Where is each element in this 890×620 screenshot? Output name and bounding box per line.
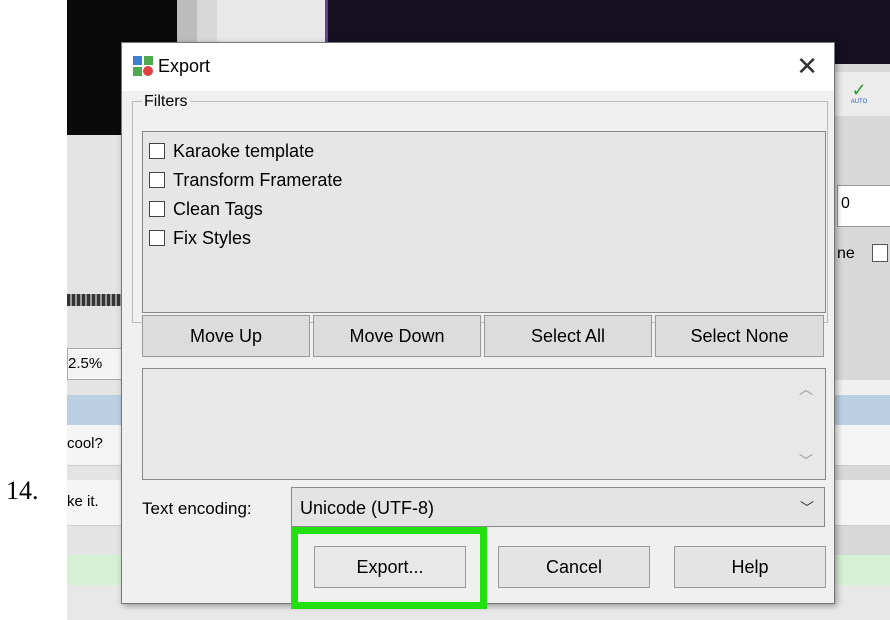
filters-label: Filters — [142, 93, 190, 111]
checkbox[interactable] — [149, 172, 165, 188]
filter-karaoke-template[interactable]: Karaoke template — [149, 140, 314, 162]
cancel-button[interactable]: Cancel — [498, 546, 650, 588]
zoom-field[interactable]: 2.5% — [67, 348, 124, 380]
text-encoding-label: Text encoding: — [142, 499, 252, 518]
row-text: cool? — [67, 435, 103, 452]
filter-label: Fix Styles — [173, 227, 252, 248]
text-encoding-value: Unicode (UTF-8) — [300, 498, 435, 518]
move-down-button[interactable]: Move Down — [313, 315, 481, 357]
dialog-title: Export — [158, 56, 211, 76]
auto-commit-icon[interactable]: ✓ AUTO — [849, 81, 869, 110]
background-field-value: 0 — [841, 195, 850, 212]
row-text: ke it. — [67, 493, 99, 510]
filter-fix-styles[interactable]: Fix Styles — [149, 227, 251, 249]
move-up-button[interactable]: Move Up — [142, 315, 310, 357]
filter-list[interactable]: Karaoke template Transform Framerate Cle… — [142, 131, 826, 313]
screenshot: ✓ AUTO 0 ne 2.5% cool? ke it. Export ✕ Fi… — [67, 0, 890, 620]
checkbox[interactable] — [149, 143, 165, 159]
export-app-icon — [133, 56, 153, 76]
filter-clean-tags[interactable]: Clean Tags — [149, 198, 263, 220]
filter-transform-framerate[interactable]: Transform Framerate — [149, 169, 342, 191]
text-encoding-select[interactable]: Unicode (UTF-8) ﹀ — [291, 487, 825, 527]
close-icon[interactable]: ✕ — [796, 51, 818, 82]
background-checkbox[interactable] — [872, 244, 888, 262]
checkbox[interactable] — [149, 230, 165, 246]
select-all-button[interactable]: Select All — [484, 315, 652, 357]
step-number: 14. — [6, 476, 39, 505]
filter-description-box: ︿ ﹀ — [142, 368, 826, 480]
scroll-down-icon[interactable]: ﹀ — [799, 451, 813, 471]
chevron-down-icon[interactable]: ﹀ — [800, 498, 814, 518]
filter-label: Clean Tags — [173, 198, 263, 219]
filter-label: Transform Framerate — [173, 169, 343, 190]
background-partial-label: ne — [837, 245, 855, 262]
dialog-titlebar[interactable]: Export ✕ — [122, 43, 834, 91]
export-dialog: Export ✕ Filters Karaoke template Transf… — [121, 42, 835, 609]
checkbox[interactable] — [149, 201, 165, 217]
filter-label: Karaoke template — [173, 140, 315, 161]
background-edge — [827, 380, 890, 395]
scroll-up-icon[interactable]: ︿ — [799, 379, 813, 399]
background-ruler — [67, 294, 122, 306]
select-none-button[interactable]: Select None — [655, 315, 824, 357]
help-button[interactable]: Help — [674, 546, 826, 588]
export-highlight-box — [291, 527, 487, 609]
